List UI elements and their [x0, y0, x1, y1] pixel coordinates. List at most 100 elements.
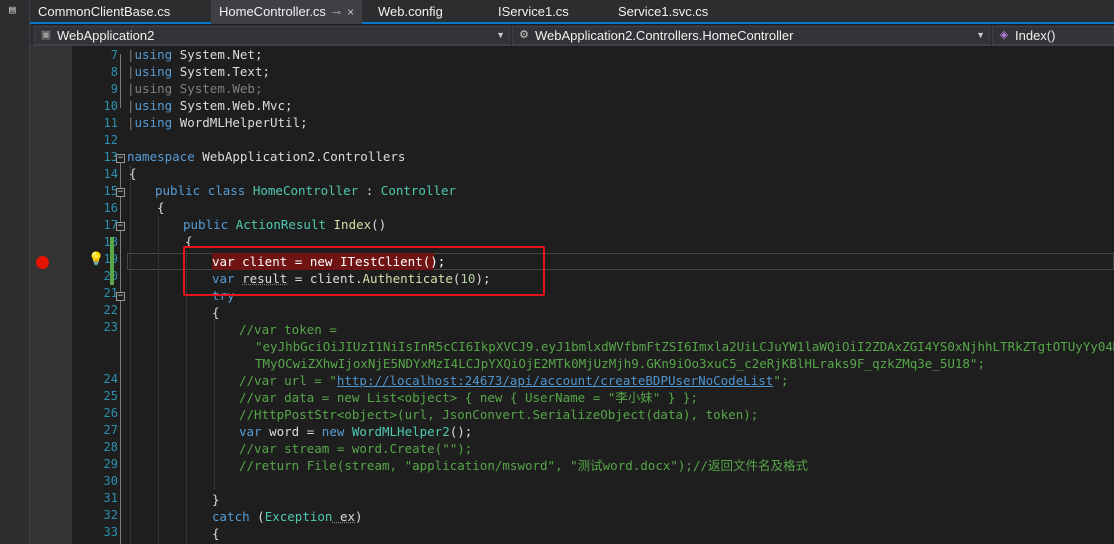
- code-line: //return File(stream, "application/mswor…: [239, 457, 808, 474]
- tab-label: IService1.cs: [498, 4, 569, 19]
- comment: //var url = ": [239, 373, 337, 388]
- member-label: Index(): [1015, 28, 1056, 43]
- code-line: |using WordMLHelperUtil;: [127, 115, 308, 130]
- chevron-down-icon: ▼: [976, 30, 985, 40]
- type-name: Exception: [264, 509, 333, 524]
- variable: word: [261, 424, 300, 439]
- project-label: WebApplication2: [57, 28, 155, 43]
- code-text: :: [358, 183, 381, 198]
- fold-guide: [120, 163, 121, 188]
- collapse-icon[interactable]: −: [116, 292, 125, 301]
- line-number: 26: [103, 406, 118, 420]
- code-text: ): [355, 509, 363, 524]
- collapse-icon[interactable]: −: [116, 222, 125, 231]
- document-tab-bar: CommonClientBase.cs HomeController.cs ⊸ × …: [30, 0, 1114, 24]
- variable: ex: [332, 509, 356, 524]
- toolbox-icon[interactable]: ▤: [9, 4, 21, 16]
- code-line: {: [212, 525, 220, 542]
- line-number: 28: [103, 440, 118, 454]
- tab-service1-svc[interactable]: Service1.svc.cs: [610, 0, 716, 24]
- change-indicator: [110, 237, 114, 285]
- line-number: 7: [110, 48, 118, 62]
- line-number: 9: [110, 82, 118, 96]
- code-text: (: [249, 509, 265, 524]
- code-text: WordMLHelperUtil;: [172, 115, 308, 130]
- member-dropdown[interactable]: ◈ Index(): [992, 26, 1114, 45]
- keyword: using: [134, 115, 173, 130]
- line-number: 22: [103, 303, 118, 317]
- indent-guide: [214, 319, 215, 489]
- pin-icon[interactable]: ⊸: [332, 7, 341, 19]
- tab-iservice1[interactable]: IService1.cs: [490, 0, 577, 24]
- collapse-icon[interactable]: −: [116, 188, 125, 197]
- code-text: {: [129, 166, 137, 181]
- code-line: TMyOCwiZXhwIjoxNjE5NDYxMzI4LCJpYXQiOjE2M…: [255, 355, 985, 372]
- keyword: catch: [212, 509, 250, 524]
- code-line: |using System.Web;: [127, 81, 263, 96]
- code-text: System.Web.Mvc;: [172, 98, 293, 113]
- tab-label: HomeController.cs: [219, 4, 326, 19]
- fold-guide: [120, 54, 121, 108]
- code-text: ();: [449, 424, 473, 439]
- code-line: {: [212, 304, 220, 321]
- code-text: {: [157, 200, 165, 215]
- line-number: 17: [103, 218, 118, 232]
- code-line: //var token =: [239, 321, 337, 338]
- chevron-down-icon: ▼: [496, 30, 505, 40]
- glyph-margin[interactable]: [30, 46, 72, 544]
- fold-guide: [120, 301, 121, 544]
- tab-web-config[interactable]: Web.config: [370, 0, 451, 24]
- keyword: using: [134, 47, 173, 62]
- class-label: WebApplication2.Controllers.HomeControll…: [535, 28, 794, 43]
- line-number: 15: [103, 184, 118, 198]
- comment: ";: [773, 373, 789, 388]
- line-number: 13: [103, 150, 118, 164]
- comment-link[interactable]: http://localhost:24673/api/account/creat…: [337, 373, 774, 388]
- line-number: 16: [103, 201, 118, 215]
- code-line: //var data = new List<object> { new { Us…: [239, 389, 698, 406]
- breakpoint-icon[interactable]: [36, 256, 49, 269]
- indent-guide: [130, 166, 131, 544]
- class-dropdown[interactable]: ⚙ WebApplication2.Controllers.HomeContro…: [512, 26, 990, 45]
- keyword: using: [134, 81, 173, 96]
- tab-label: Service1.svc.cs: [618, 4, 709, 19]
- line-number: 11: [103, 116, 118, 130]
- code-line: //var url = "http://localhost:24673/api/…: [239, 372, 788, 389]
- code-line: catch (Exception ex): [212, 508, 363, 525]
- collapse-icon[interactable]: −: [116, 154, 125, 163]
- code-line: namespace WebApplication2.Controllers: [127, 148, 405, 165]
- line-number: 23: [103, 320, 118, 334]
- close-icon[interactable]: ×: [347, 5, 354, 19]
- tab-label: CommonClientBase.cs: [38, 4, 171, 19]
- keyword: using: [134, 64, 173, 79]
- line-number: 8: [110, 65, 118, 79]
- code-line: {: [157, 199, 165, 216]
- keyword: namespace: [127, 149, 195, 164]
- tab-homecontroller[interactable]: HomeController.cs ⊸ ×: [211, 0, 363, 24]
- type-name: HomeController: [252, 183, 359, 198]
- tab-commonclientbase[interactable]: CommonClientBase.cs: [30, 0, 178, 24]
- code-line: {: [129, 165, 137, 182]
- code-line: var word = new WordMLHelper2();: [239, 423, 472, 440]
- code-line: |using System.Web.Mvc;: [127, 98, 293, 113]
- code-line: public ActionResult Index(): [183, 216, 386, 233]
- keyword: public: [155, 183, 201, 198]
- comment: //var token =: [239, 322, 337, 337]
- line-number: 25: [103, 389, 118, 403]
- code-line: "eyJhbGciOiJIUzI1NiIsInR5cCI6IkpXVCJ9.ey…: [255, 338, 1114, 355]
- code-line: |using System.Net;: [127, 47, 263, 62]
- project-dropdown[interactable]: ▣ WebApplication2 ▼: [34, 26, 510, 45]
- code-text: System.Net;: [172, 47, 263, 62]
- toolbox-strip: ▤: [0, 0, 30, 544]
- comment: //HttpPostStr<object>(url, JsonConvert.S…: [239, 407, 759, 422]
- line-number: 14: [103, 167, 118, 181]
- code-text: {: [212, 526, 220, 541]
- code-text: =: [299, 424, 322, 439]
- code-line: public class HomeController : Controller: [155, 182, 456, 199]
- line-number: 29: [103, 457, 118, 471]
- fold-guide: [120, 231, 121, 292]
- lightbulb-icon[interactable]: 💡: [88, 252, 104, 268]
- type-name: WordMLHelper2: [344, 424, 450, 439]
- keyword: public: [183, 217, 229, 232]
- code-text: System.Web;: [172, 81, 263, 96]
